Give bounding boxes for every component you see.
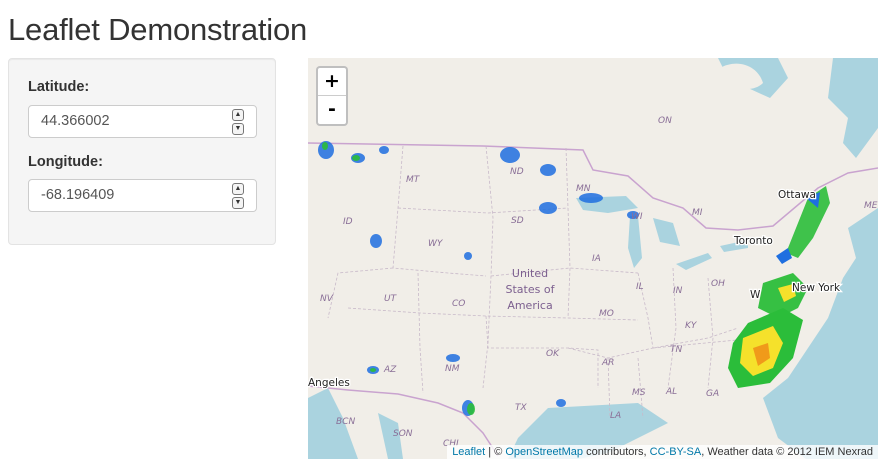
label-ut: UT: [384, 294, 398, 304]
label-wy: WY: [428, 239, 444, 249]
attribution-sep: | ©: [485, 446, 506, 458]
city-w: W: [750, 289, 761, 301]
label-nd: ND: [510, 167, 524, 177]
label-mi: MI: [692, 208, 703, 218]
city-ottawa: Ottawa: [778, 189, 816, 201]
latitude-value: 44.366002: [41, 113, 110, 129]
label-mo: MO: [599, 309, 614, 319]
label-nv: NV: [320, 294, 334, 304]
zoom-control: + -: [316, 66, 348, 126]
control-panel: Latitude: 44.366002 ▲ ▼ Longitude: -68.1…: [8, 58, 276, 245]
country-label-line3: America: [507, 299, 552, 312]
longitude-label: Longitude:: [28, 154, 103, 170]
label-il: IL: [636, 282, 644, 292]
label-ga: GA: [706, 389, 719, 399]
spin-up-icon[interactable]: ▲: [232, 183, 244, 195]
city-toronto: Toronto: [733, 235, 773, 247]
license-link[interactable]: CC-BY-SA: [650, 446, 702, 458]
attribution-contrib: contributors,: [583, 446, 650, 458]
label-mn: MN: [576, 184, 591, 194]
map-view[interactable]: ON MT ND MN SD WI MI ID WY IA NV UT CO I…: [308, 58, 878, 459]
label-in: IN: [673, 286, 683, 296]
label-az: AZ: [383, 365, 397, 375]
country-label-line1: United: [512, 267, 548, 280]
latitude-input[interactable]: 44.366002 ▲ ▼: [28, 105, 257, 138]
page-title: Leaflet Demonstration: [8, 12, 308, 47]
zoom-out-button[interactable]: -: [318, 96, 346, 123]
zoom-in-button[interactable]: +: [318, 68, 346, 96]
label-bcn: BCN: [336, 417, 355, 427]
label-ky: KY: [685, 321, 698, 331]
osm-link[interactable]: OpenStreetMap: [505, 446, 583, 458]
label-nm: NM: [445, 364, 460, 374]
label-sd: SD: [511, 216, 524, 226]
label-la: LA: [610, 411, 621, 421]
label-id: ID: [343, 217, 353, 227]
label-co: CO: [452, 299, 465, 309]
longitude-input[interactable]: -68.196409 ▲ ▼: [28, 179, 257, 212]
label-son: SON: [393, 429, 413, 439]
longitude-spinner[interactable]: ▲ ▼: [232, 183, 244, 209]
label-mt: MT: [406, 175, 421, 185]
spin-up-icon[interactable]: ▲: [232, 109, 244, 121]
attribution-weather: , Weather data © 2012 IEM Nexrad: [701, 446, 873, 458]
label-wi: WI: [631, 212, 643, 222]
city-new-york: New York: [792, 282, 841, 294]
label-ok: OK: [546, 349, 560, 359]
label-ar: AR: [601, 358, 614, 368]
label-me: ME: [864, 201, 878, 211]
label-tn: TN: [670, 345, 682, 355]
map-attribution: Leaflet | © OpenStreetMap contributors, …: [447, 445, 878, 459]
spin-down-icon[interactable]: ▼: [232, 123, 244, 135]
longitude-value: -68.196409: [41, 187, 115, 203]
latitude-spinner[interactable]: ▲ ▼: [232, 109, 244, 135]
leaflet-link[interactable]: Leaflet: [452, 446, 485, 458]
city-angeles: Angeles: [308, 377, 350, 389]
label-tx: TX: [515, 403, 527, 413]
label-ms: MS: [632, 388, 646, 398]
country-label-line2: States of: [506, 283, 556, 296]
label-oh: OH: [711, 279, 725, 289]
latitude-label: Latitude:: [28, 79, 90, 95]
label-al: AL: [665, 387, 677, 397]
label-ia: IA: [592, 254, 601, 264]
label-on: ON: [658, 116, 672, 126]
spin-down-icon[interactable]: ▼: [232, 197, 244, 209]
map-labels: ON MT ND MN SD WI MI ID WY IA NV UT CO I…: [308, 116, 878, 449]
